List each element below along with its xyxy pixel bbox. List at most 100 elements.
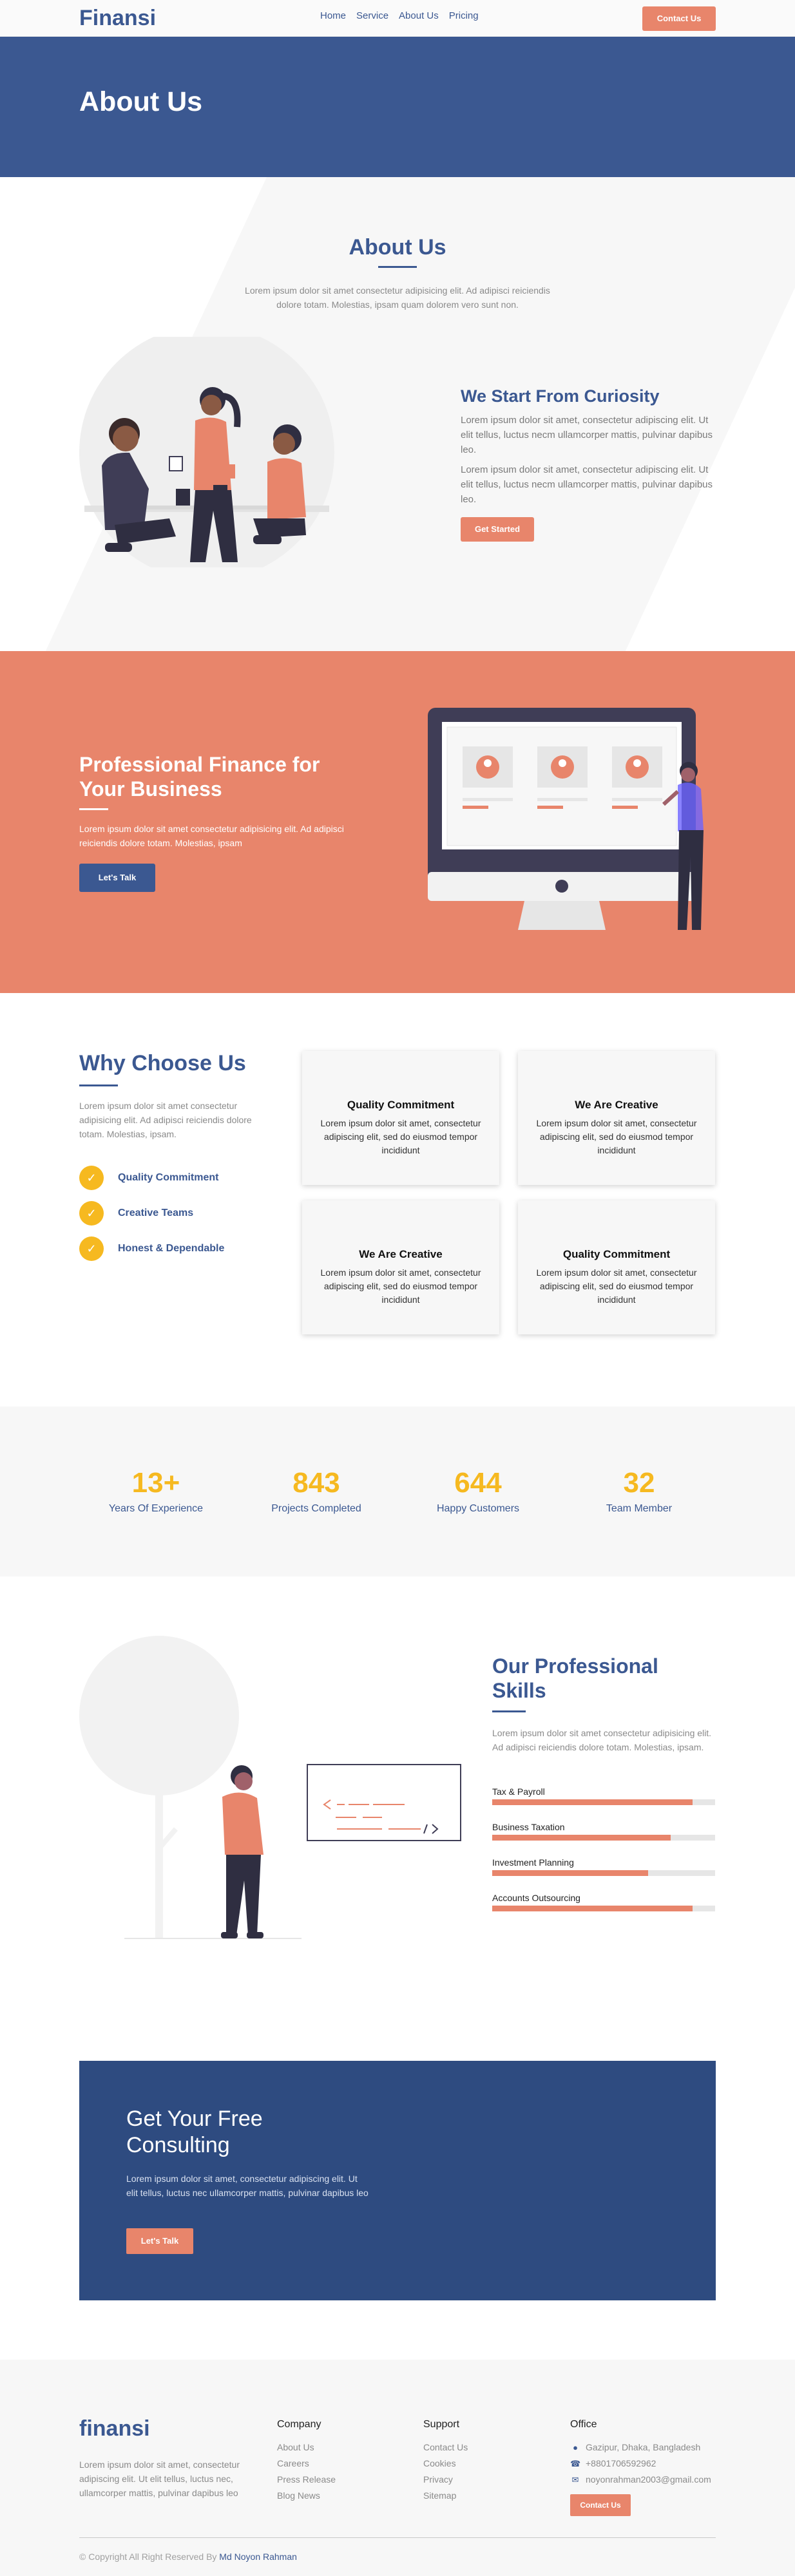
why-lead: Lorem ipsum dolor sit amet consectetur a… <box>79 1101 252 1139</box>
skill-progress-fill <box>492 1799 693 1805</box>
skills-title: Our Professional Skills <box>492 1654 658 1702</box>
footer-column-title: Support <box>423 2419 460 2430</box>
finance-title: Professional Finance for Your Business <box>79 753 320 800</box>
stat-value: 32 <box>623 1467 655 1499</box>
footer-office-column: Office ● Gazipur, Dhaka, Bangladesh ☎ +8… <box>570 2419 711 2516</box>
phone-icon: ☎ <box>570 2459 581 2468</box>
about-heading: We Start From Curiosity <box>461 386 660 406</box>
check-item: ✓ Honest & Dependable <box>79 1236 224 1261</box>
skills-section: Our Professional Skills Lorem ipsum dolo… <box>0 1577 795 2061</box>
footer-logo[interactable]: finansi <box>79 2416 150 2441</box>
check-item: ✓ Quality Commitment <box>79 1166 224 1190</box>
consulting-cta: Get Your Free Consulting Lorem ipsum dol… <box>79 2061 716 2300</box>
footer-about: Lorem ipsum dolor sit amet, consectetur … <box>79 2459 240 2498</box>
check-icon: ✓ <box>79 1166 104 1190</box>
check-label: Honest & Dependable <box>118 1243 225 1254</box>
feature-card: We Are Creative Lorem ipsum dolor sit am… <box>518 1051 715 1185</box>
check-label: Quality Commitment <box>118 1172 219 1183</box>
skill-name: Business Taxation <box>492 1822 565 1832</box>
feature-card: Quality Commitment Lorem ipsum dolor sit… <box>302 1051 499 1185</box>
skill-item: Investment Planning <box>492 1857 715 1876</box>
footer-link-blog-news[interactable]: Blog News <box>277 2488 336 2504</box>
skill-progress-bar <box>492 1870 715 1876</box>
finance-underline <box>79 808 108 810</box>
cta-title: Get Your Free Consulting <box>126 2107 263 2157</box>
footer: finansi Lorem ipsum dolor sit amet, cons… <box>0 2360 795 2576</box>
stat-value: 644 <box>454 1467 502 1499</box>
main-menu: Home Service About Us Pricing <box>320 10 479 21</box>
footer-link-careers[interactable]: Careers <box>277 2456 336 2472</box>
copyright: © Copyright All Right Reserved By Md Noy… <box>79 2552 297 2562</box>
skill-progress-fill <box>492 1870 649 1876</box>
cta-lets-talk-button[interactable]: Let's Talk <box>126 2228 193 2254</box>
card-text: Lorem ipsum dolor sit amet, consectetur … <box>536 1267 697 1305</box>
footer-link-sitemap[interactable]: Sitemap <box>423 2488 468 2504</box>
developer-illustration <box>79 1636 461 1939</box>
footer-link-about-us[interactable]: About Us <box>277 2439 336 2456</box>
contact-us-button[interactable]: Contact Us <box>642 6 716 31</box>
check-item: ✓ Creative Teams <box>79 1201 224 1226</box>
phone-text[interactable]: +8801706592962 <box>586 2456 656 2472</box>
menu-item-pricing[interactable]: Pricing <box>449 10 479 21</box>
footer-contact-button[interactable]: Contact Us <box>570 2494 631 2516</box>
why-choose-us-section: Why Choose Us Lorem ipsum dolor sit amet… <box>0 993 795 1406</box>
cta-text: Lorem ipsum dolor sit amet, consectetur … <box>126 2174 369 2198</box>
stat-value: 843 <box>292 1467 340 1499</box>
menu-item-service[interactable]: Service <box>356 10 388 21</box>
copyright-author[interactable]: Md Noyon Rahman <box>219 2552 297 2562</box>
why-underline <box>79 1084 118 1086</box>
card-title: We Are Creative <box>575 1099 658 1111</box>
title-underline <box>378 266 417 268</box>
get-started-button[interactable]: Get Started <box>461 517 534 542</box>
stat-item: 843 Projects Completed <box>236 1467 397 1515</box>
skills-lead: Lorem ipsum dolor sit amet consectetur a… <box>492 1728 712 1752</box>
skill-progress-bar <box>492 1906 715 1911</box>
card-title: Quality Commitment <box>562 1248 671 1260</box>
footer-divider <box>79 2537 716 2538</box>
stat-item: 13+ Years Of Experience <box>75 1467 236 1515</box>
copyright-text: © Copyright All Right Reserved By <box>79 2552 217 2562</box>
card-title: We Are Creative <box>359 1248 443 1260</box>
check-icon: ✓ <box>79 1236 104 1261</box>
skill-name: Accounts Outsourcing <box>492 1893 580 1903</box>
menu-item-about-us[interactable]: About Us <box>399 10 439 21</box>
skill-name: Tax & Payroll <box>492 1786 545 1797</box>
check-icon: ✓ <box>79 1201 104 1226</box>
menu-item-home[interactable]: Home <box>320 10 346 21</box>
stat-item: 644 Happy Customers <box>398 1467 559 1515</box>
skill-progress-fill <box>492 1906 693 1911</box>
stat-label: Years Of Experience <box>108 1503 204 1514</box>
navbar: Finansi Home Service About Us Pricing Co… <box>0 0 795 37</box>
footer-column-title: Office <box>570 2419 597 2430</box>
skill-item: Business Taxation <box>492 1822 715 1841</box>
address-text: Gazipur, Dhaka, Bangladesh <box>586 2442 701 2452</box>
lets-talk-button[interactable]: Let's Talk <box>79 864 155 892</box>
footer-link-privacy[interactable]: Privacy <box>423 2472 468 2488</box>
stat-item: 32 Team Member <box>559 1467 720 1515</box>
card-text: Lorem ipsum dolor sit amet, consectetur … <box>320 1267 481 1305</box>
feature-checklist: ✓ Quality Commitment ✓ Creative Teams ✓ … <box>79 1166 224 1272</box>
logo[interactable]: Finansi <box>79 6 156 31</box>
footer-link-contact-us[interactable]: Contact Us <box>423 2439 468 2456</box>
card-text: Lorem ipsum dolor sit amet, consectetur … <box>320 1118 481 1155</box>
footer-link-press-release[interactable]: Press Release <box>277 2472 336 2488</box>
about-copy: We Start From Curiosity Lorem ipsum dolo… <box>461 386 715 542</box>
skills-underline <box>492 1710 526 1712</box>
footer-column-title: Company <box>277 2419 321 2430</box>
about-intro: Lorem ipsum dolor sit amet consectetur a… <box>245 285 550 310</box>
finance-section: Professional Finance for Your Business L… <box>0 651 795 993</box>
hero-banner: About Us <box>0 37 795 177</box>
check-label: Creative Teams <box>118 1208 194 1218</box>
email-text[interactable]: noyonrahman2003@gmail.com <box>586 2472 711 2488</box>
about-paragraph-2: Lorem ipsum dolor sit amet, consectetur … <box>461 464 713 505</box>
office-address: ● Gazipur, Dhaka, Bangladesh <box>570 2439 711 2456</box>
office-email: ✉ noyonrahman2003@gmail.com <box>570 2472 711 2488</box>
footer-link-cookies[interactable]: Cookies <box>423 2456 468 2472</box>
page-title: About Us <box>79 86 203 117</box>
monitor-illustration <box>428 708 704 930</box>
stat-label: Team Member <box>606 1503 673 1514</box>
footer-support-column: Support Contact Us Cookies Privacy Sitem… <box>423 2419 468 2504</box>
card-text: Lorem ipsum dolor sit amet, consectetur … <box>536 1118 697 1155</box>
skill-progress-bar <box>492 1799 715 1805</box>
email-icon: ✉ <box>571 2475 579 2485</box>
